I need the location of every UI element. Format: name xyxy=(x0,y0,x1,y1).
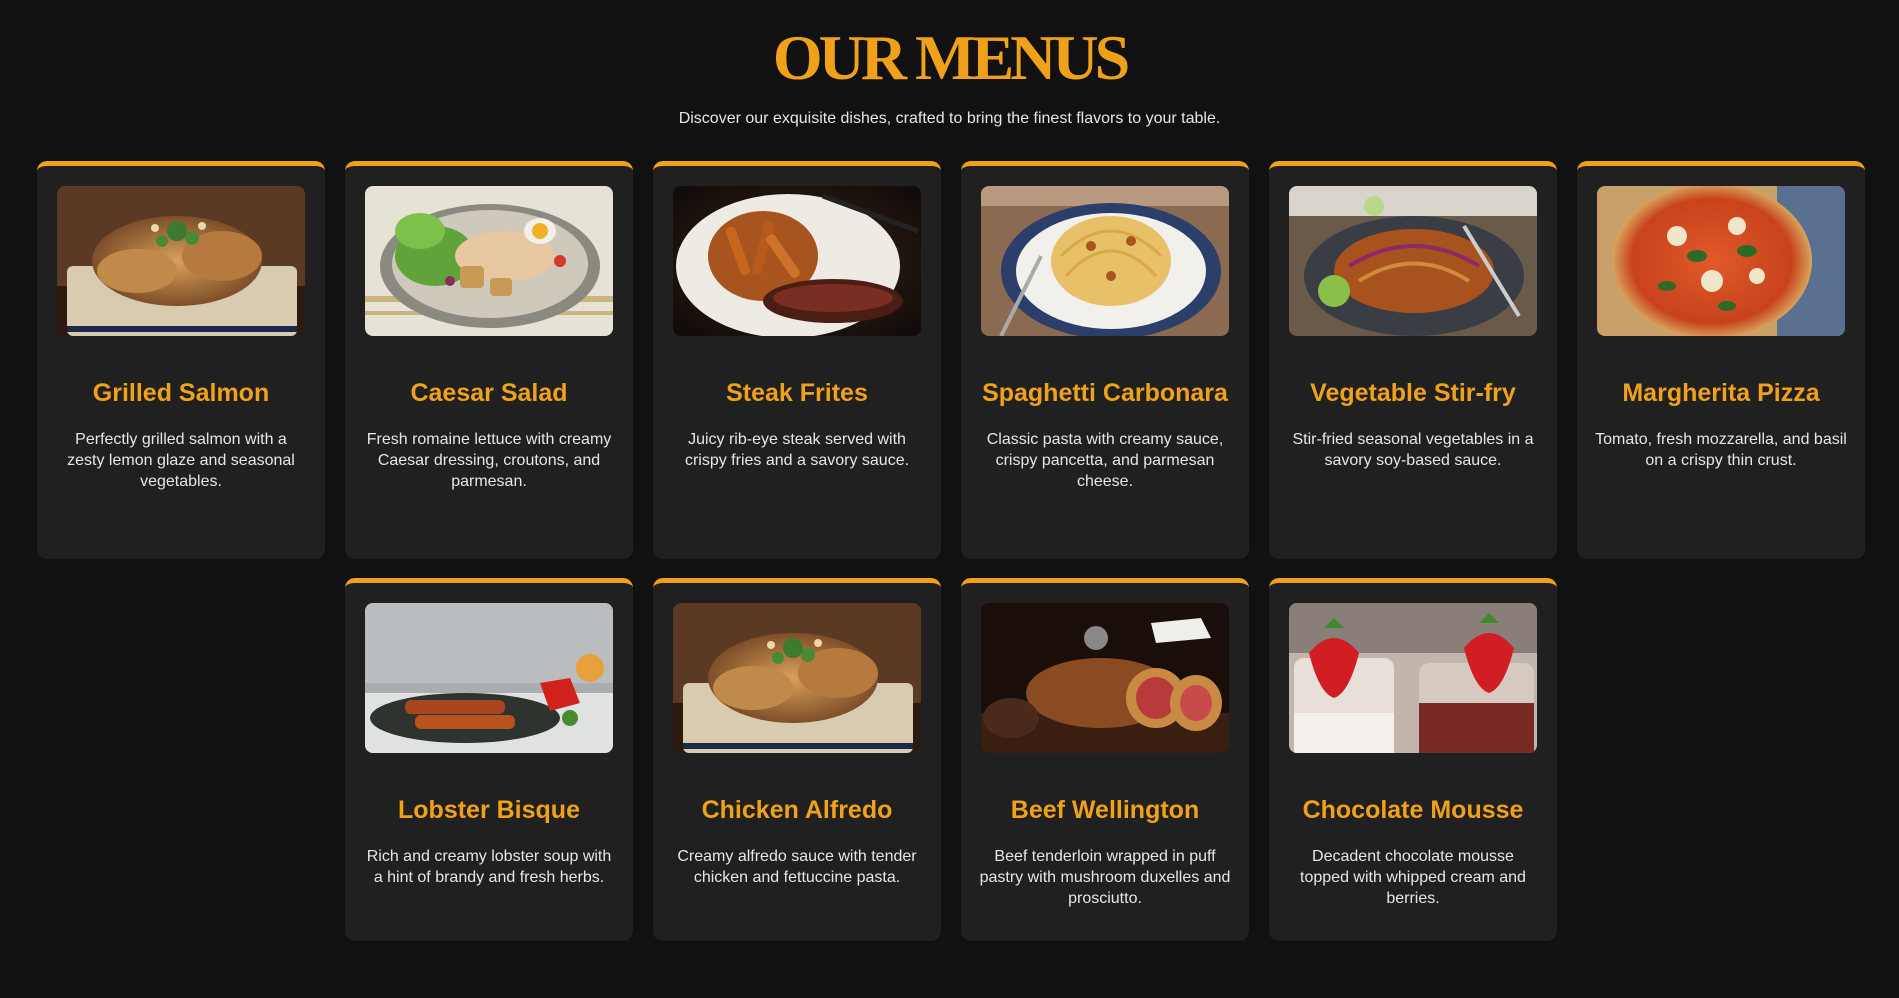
menu-page: OUR MENUS Discover our exquisite dishes,… xyxy=(0,0,1899,998)
menu-card-margherita-pizza[interactable]: Margherita Pizza Tomato, fresh mozzarell… xyxy=(1577,161,1865,559)
dish-name: Chicken Alfredo xyxy=(701,796,893,824)
dish-description: Stir-fried seasonal vegetables in a savo… xyxy=(1292,431,1534,469)
roasted-chicken-photo xyxy=(673,603,921,753)
menu-grid: Grilled Salmon Perfectly grilled salmon … xyxy=(0,161,1899,941)
menu-card-grilled-salmon[interactable]: Grilled Salmon Perfectly grilled salmon … xyxy=(37,161,325,559)
skewers-photo xyxy=(365,603,613,753)
dish-description: Creamy alfredo sauce with tender chicken… xyxy=(677,848,917,886)
dish-description: Beef tenderloin wrapped in puff pastry w… xyxy=(979,848,1231,907)
dish-description: Juicy rib-eye steak served with crispy f… xyxy=(684,431,910,469)
spaghetti-photo xyxy=(981,186,1229,336)
dish-name: Spaghetti Carbonara xyxy=(982,379,1228,407)
dish-description: Tomato, fresh mozzarella, and basil on a… xyxy=(1595,431,1847,469)
dish-name: Vegetable Stir-fry xyxy=(1310,379,1516,407)
page-subtitle: Discover our exquisite dishes, crafted t… xyxy=(678,110,1221,127)
menu-card-caesar-salad[interactable]: Caesar Salad Fresh romaine lettuce with … xyxy=(345,161,633,559)
dish-name: Margherita Pizza xyxy=(1622,379,1820,407)
steak-frites-photo xyxy=(673,186,921,336)
dish-description: Perfectly grilled salmon with a zesty le… xyxy=(67,431,295,490)
page-title: OUR MENUS xyxy=(772,22,1130,93)
dish-name: Beef Wellington xyxy=(1010,796,1200,824)
dish-name: Chocolate Mousse xyxy=(1302,796,1524,824)
dish-description: Classic pasta with creamy sauce, crispy … xyxy=(986,431,1224,490)
pizza-photo xyxy=(1597,186,1845,336)
caesar-salad-photo xyxy=(365,186,613,336)
menu-card-chicken-alfredo[interactable]: Chicken Alfredo Creamy alfredo sauce wit… xyxy=(653,578,941,941)
dish-name: Lobster Bisque xyxy=(398,796,580,824)
menu-card-spaghetti-carbonara[interactable]: Spaghetti Carbonara Classic pasta with c… xyxy=(961,161,1249,559)
beef-wellington-photo xyxy=(981,603,1229,753)
dish-name: Caesar Salad xyxy=(410,379,568,407)
menu-card-chocolate-mousse[interactable]: Chocolate Mousse Decadent chocolate mous… xyxy=(1269,578,1557,941)
menu-card-beef-wellington[interactable]: Beef Wellington Beef tenderloin wrapped … xyxy=(961,578,1249,941)
roasted-chicken-photo xyxy=(57,186,305,336)
strawberry-dessert-photo xyxy=(1289,603,1537,753)
dish-name: Steak Frites xyxy=(726,379,868,407)
menu-card-lobster-bisque[interactable]: Lobster Bisque Rich and creamy lobster s… xyxy=(345,578,633,941)
dish-description: Rich and creamy lobster soup with a hint… xyxy=(366,848,612,886)
dish-name: Grilled Salmon xyxy=(92,379,270,407)
menu-card-steak-frites[interactable]: Steak Frites Juicy rib-eye steak served … xyxy=(653,161,941,559)
dish-description: Decadent chocolate mousse topped with wh… xyxy=(1300,848,1526,907)
stir-fry-photo xyxy=(1289,186,1537,336)
menu-card-vegetable-stir-fry[interactable]: Vegetable Stir-fry Stir-fried seasonal v… xyxy=(1269,161,1557,559)
dish-description: Fresh romaine lettuce with creamy Caesar… xyxy=(366,431,612,490)
